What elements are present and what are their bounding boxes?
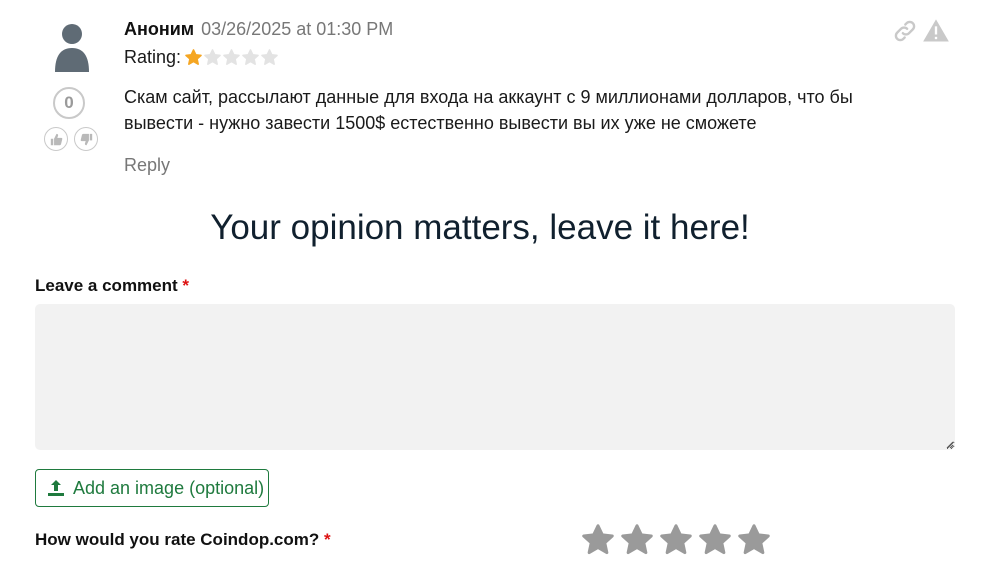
- star-empty-icon: [223, 49, 240, 65]
- rate-label-text: How would you rate Coindop.com?: [35, 530, 320, 549]
- star-empty-icon: [261, 49, 278, 65]
- rating-stars: [184, 48, 279, 67]
- rate-star-1-icon[interactable]: [580, 522, 616, 558]
- rate-star-3-icon[interactable]: [658, 522, 694, 558]
- add-image-label: Add an image (optional): [73, 477, 265, 498]
- user-avatar-icon: [55, 24, 89, 72]
- vote-count: 0: [53, 87, 85, 119]
- comment-textarea[interactable]: [35, 304, 955, 450]
- review-text: Скам сайт, рассылают данные для входа на…: [124, 87, 853, 133]
- upload-icon: [48, 480, 64, 496]
- review-date: 03/26/2025 at 01:30 PM: [201, 19, 394, 39]
- rate-stars[interactable]: [580, 522, 775, 558]
- review-rating: Rating:: [124, 47, 279, 68]
- comment-label: Leave a comment *: [35, 276, 189, 296]
- resize-grip-icon[interactable]: [944, 439, 954, 449]
- reply-link[interactable]: Reply: [124, 155, 170, 176]
- link-icon[interactable]: [892, 18, 918, 44]
- star-empty-icon: [242, 49, 259, 65]
- rate-star-5-icon[interactable]: [736, 522, 772, 558]
- add-image-button[interactable]: Add an image (optional): [35, 469, 269, 507]
- thumbs-up-icon: [50, 133, 62, 145]
- thumbs-up-button[interactable]: [44, 127, 68, 151]
- form-heading: Your opinion matters, leave it here!: [210, 208, 750, 247]
- review-item: 0 Аноним 03/26/2025 at 01:30 PM Rating: …: [0, 0, 1007, 190]
- thumbs-down-icon: [80, 133, 92, 145]
- thumbs-down-button[interactable]: [74, 127, 98, 151]
- star-filled-icon: [185, 49, 202, 65]
- rating-label: Rating:: [124, 47, 182, 67]
- required-mark: *: [324, 530, 331, 549]
- rate-label: How would you rate Coindop.com? *: [35, 530, 331, 550]
- comment-label-text: Leave a comment: [35, 276, 178, 295]
- star-empty-icon: [204, 49, 221, 65]
- report-warning-icon[interactable]: [922, 17, 950, 45]
- required-mark: *: [182, 276, 190, 295]
- rate-star-4-icon[interactable]: [697, 522, 733, 558]
- review-author: Аноним: [124, 19, 195, 39]
- review-meta: Аноним 03/26/2025 at 01:30 PM: [124, 19, 393, 40]
- rate-star-2-icon[interactable]: [619, 522, 655, 558]
